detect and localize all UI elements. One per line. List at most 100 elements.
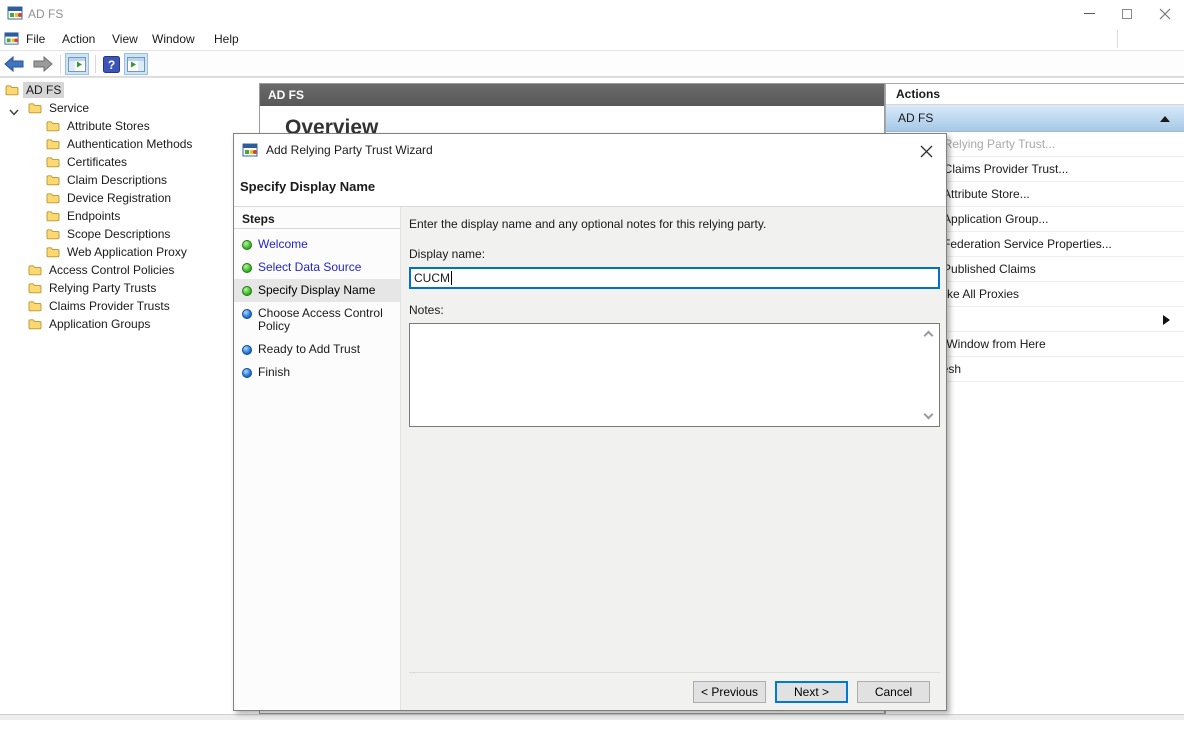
- actions-pane-title: Actions: [886, 84, 1184, 105]
- step-choose-access-control-policy[interactable]: Choose Access Control Policy: [234, 302, 400, 338]
- menu-help[interactable]: Help: [212, 27, 241, 51]
- folder-icon: [46, 138, 60, 150]
- tree-item-label: Endpoints: [64, 208, 123, 224]
- wizard-steps-panel: Steps Welcome Select Data Source Specify…: [234, 207, 401, 710]
- actions-group-header[interactable]: AD FS: [886, 105, 1184, 132]
- dialog-title: Add Relying Party Trust Wizard: [266, 143, 433, 157]
- forward-button[interactable]: [30, 53, 54, 75]
- tree-item-label: Claim Descriptions: [64, 172, 170, 188]
- show-console-tree-button[interactable]: [65, 53, 89, 75]
- maximize-button[interactable]: [1108, 0, 1146, 27]
- folder-icon: [5, 84, 19, 96]
- menu-window[interactable]: Window: [150, 27, 197, 51]
- tree-item-endpoints[interactable]: Endpoints: [0, 207, 258, 225]
- back-button[interactable]: [2, 53, 26, 75]
- folder-icon: [46, 192, 60, 204]
- tree-item-label: Certificates: [64, 154, 130, 170]
- step-pending-icon: [242, 309, 252, 319]
- folder-icon: [28, 300, 42, 312]
- dialog-titlebar[interactable]: Add Relying Party Trust Wizard: [234, 134, 946, 167]
- text-caret: [451, 271, 452, 285]
- scroll-up-icon[interactable]: [924, 331, 934, 341]
- window-titlebar: AD FS: [0, 0, 1184, 27]
- menu-action[interactable]: Action: [60, 27, 97, 51]
- folder-icon: [46, 228, 60, 240]
- tree-item-claims-provider-trusts[interactable]: Claims Provider Trusts: [0, 297, 258, 315]
- tree-item-label: Authentication Methods: [64, 136, 195, 152]
- mdi-separator: [1117, 30, 1118, 48]
- tree-item-label: Access Control Policies: [46, 262, 177, 278]
- folder-icon: [46, 174, 60, 186]
- step-select-data-source[interactable]: Select Data Source: [234, 256, 400, 279]
- console-tree-icon: [68, 57, 86, 72]
- tree-item-attribute-stores[interactable]: Attribute Stores: [0, 117, 258, 135]
- previous-button[interactable]: < Previous: [693, 681, 766, 703]
- tree-item-web-application-proxy[interactable]: Web Application Proxy: [0, 243, 258, 261]
- step-welcome[interactable]: Welcome: [234, 233, 400, 256]
- minimize-button[interactable]: [1070, 0, 1108, 27]
- center-pane-header: AD FS: [260, 84, 884, 106]
- step-label: Choose Access Control Policy: [258, 306, 383, 333]
- step-done-icon: [242, 240, 252, 250]
- step-pending-icon: [242, 368, 252, 378]
- cancel-button[interactable]: Cancel: [857, 681, 930, 703]
- close-button[interactable]: [1146, 0, 1184, 27]
- step-specify-display-name[interactable]: Specify Display Name: [234, 279, 400, 302]
- collapse-icon[interactable]: [1160, 116, 1170, 122]
- tree-item-label: Scope Descriptions: [64, 226, 173, 242]
- tree-item-access-control-policies[interactable]: Access Control Policies: [0, 261, 258, 279]
- tree-item-claim-descriptions[interactable]: Claim Descriptions: [0, 171, 258, 189]
- next-button[interactable]: Next >: [775, 681, 848, 703]
- tree-item-label: AD FS: [23, 82, 64, 98]
- display-name-value: CUCM: [414, 271, 450, 285]
- submenu-arrow-icon: [1163, 315, 1170, 325]
- tree-item-label: Claims Provider Trusts: [46, 298, 173, 314]
- folder-icon: [46, 120, 60, 132]
- help-button[interactable]: ?: [99, 53, 123, 75]
- window-bottom-edge: [0, 714, 1184, 720]
- tree-item-label: Service: [46, 100, 92, 116]
- step-label: Welcome: [258, 237, 308, 251]
- menu-bar: File Action View Window Help: [0, 27, 1184, 51]
- menu-view[interactable]: View: [110, 27, 140, 51]
- step-label: Ready to Add Trust: [258, 342, 360, 356]
- tree-item-service[interactable]: Service: [0, 99, 258, 117]
- step-finish[interactable]: Finish: [234, 361, 400, 384]
- show-action-pane-button[interactable]: [124, 53, 148, 75]
- tree-item-label: Application Groups: [46, 316, 153, 332]
- step-ready-to-add-trust[interactable]: Ready to Add Trust: [234, 338, 400, 361]
- add-relying-party-trust-wizard-dialog: Add Relying Party Trust Wizard Specify D…: [233, 133, 947, 711]
- dialog-close-button[interactable]: [916, 141, 936, 161]
- step-pending-icon: [242, 345, 252, 355]
- step-label: Specify Display Name: [258, 283, 375, 297]
- close-icon: [920, 145, 933, 158]
- menu-file[interactable]: File: [24, 27, 47, 51]
- adfs-app-icon: [7, 5, 23, 24]
- dialog-description: Enter the display name and any optional …: [409, 217, 940, 231]
- maximize-icon: [1122, 9, 1132, 19]
- tree-item-certificates[interactable]: Certificates: [0, 153, 258, 171]
- notes-label: Notes:: [409, 303, 940, 317]
- toolbar-separator: [60, 55, 61, 73]
- toolbar-separator: [95, 55, 96, 73]
- tree-item-label: Device Registration: [64, 190, 174, 206]
- notes-textarea[interactable]: [409, 323, 940, 427]
- tree-item-application-groups[interactable]: Application Groups: [0, 315, 258, 333]
- step-done-icon: [242, 286, 252, 296]
- tree-item-label: Web Application Proxy: [64, 244, 190, 260]
- tree-item-label: Relying Party Trusts: [46, 280, 159, 296]
- tree-item-relying-party-trusts[interactable]: Relying Party Trusts: [0, 279, 258, 297]
- tree-item-authentication-methods[interactable]: Authentication Methods: [0, 135, 258, 153]
- display-name-input[interactable]: CUCM: [409, 267, 940, 289]
- tree-item-scope-descriptions[interactable]: Scope Descriptions: [0, 225, 258, 243]
- dialog-heading: Specify Display Name: [234, 167, 946, 207]
- tree-item-device-registration[interactable]: Device Registration: [0, 189, 258, 207]
- console-tree-pane: AD FS Service Attribute Stores Authentic…: [0, 81, 258, 714]
- display-name-label: Display name:: [409, 247, 940, 261]
- tree-item-adfs-root[interactable]: AD FS: [0, 81, 258, 99]
- wizard-icon: [242, 142, 258, 161]
- folder-icon: [28, 264, 42, 276]
- adfs-app-icon-small: [4, 31, 19, 49]
- toolbar: ?: [0, 52, 1184, 77]
- scroll-down-icon[interactable]: [924, 410, 934, 420]
